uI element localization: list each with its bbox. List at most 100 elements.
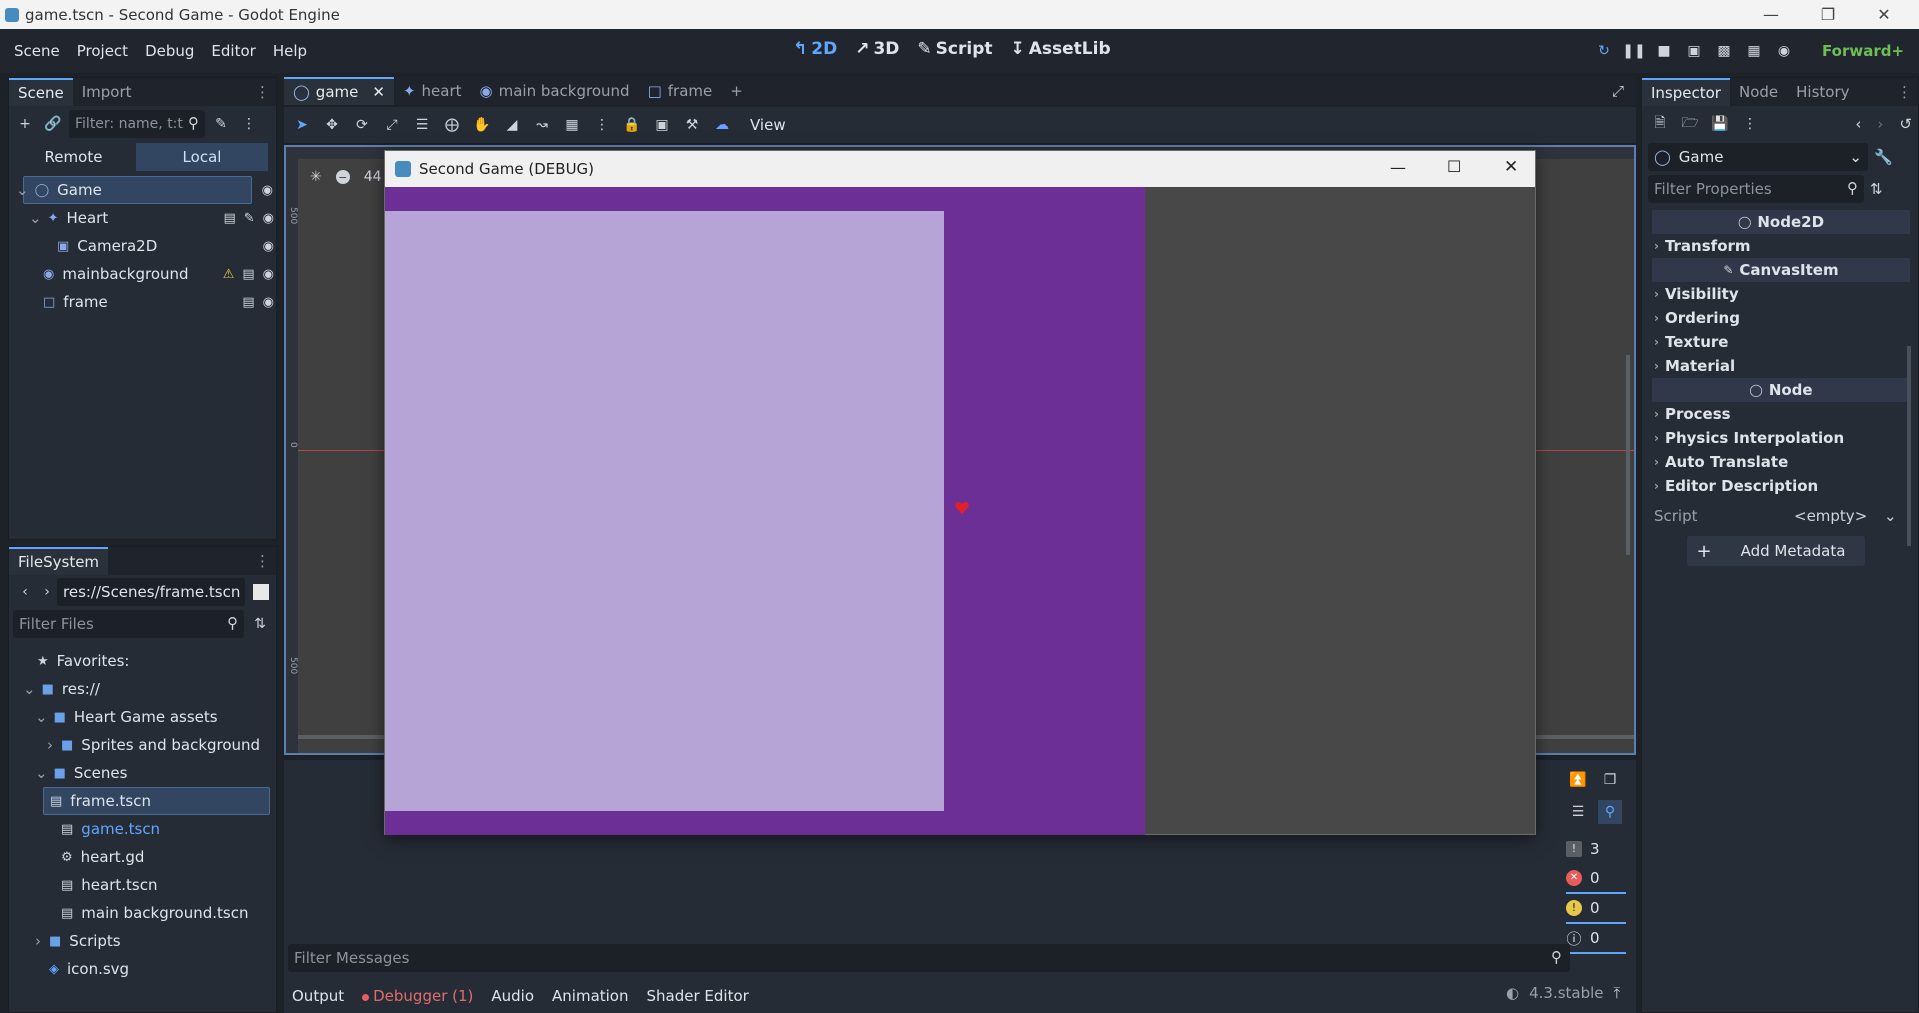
chevron-down-icon[interactable]: ⌄ bbox=[23, 680, 36, 698]
filter-messages-input[interactable]: Filter Messages ⚲ bbox=[288, 944, 1570, 972]
scene-filter-input[interactable]: Filter: name, t:t ⚲ bbox=[69, 110, 205, 138]
main-screen-2d[interactable]: ↰ 2D bbox=[793, 39, 837, 59]
copy-output-icon[interactable]: ❐ bbox=[1598, 768, 1622, 792]
inspector-section-material[interactable]: › Material bbox=[1654, 354, 1918, 378]
pan-tool-icon[interactable]: ✋ bbox=[470, 113, 494, 137]
object-history-icon[interactable]: ↺ bbox=[1899, 115, 1912, 133]
local-button[interactable]: Local bbox=[136, 143, 268, 171]
expand-chevron-icon[interactable]: ⌄ bbox=[16, 181, 29, 199]
property-options-icon[interactable]: ⇅ bbox=[1870, 180, 1883, 198]
zoom-level[interactable]: 44 bbox=[364, 169, 382, 185]
filter-properties-input[interactable]: Filter Properties ⚲ bbox=[1648, 175, 1864, 203]
center-view-icon[interactable]: ✳ bbox=[310, 169, 322, 185]
search-toggle-icon[interactable]: ⚲ bbox=[1598, 800, 1622, 824]
version-label[interactable]: 4.3.stable bbox=[1529, 984, 1603, 1002]
inspector-section-visibility[interactable]: › Visibility bbox=[1654, 282, 1918, 306]
history-back-icon[interactable]: ‹ bbox=[1855, 115, 1861, 133]
run-custom-scene-icon[interactable]: ▦ bbox=[1739, 36, 1769, 66]
tab-scene[interactable]: Scene bbox=[9, 78, 73, 106]
object-selector[interactable]: ◯ Game ⌄ bbox=[1648, 143, 1868, 171]
close-button[interactable]: ✕ bbox=[1504, 157, 1518, 177]
fs-item-scenes[interactable]: ⌄ ■ Scenes bbox=[9, 759, 276, 787]
remote-debug-icon[interactable]: ▣ bbox=[1679, 36, 1709, 66]
inspector-menu-icon[interactable]: ⋮ bbox=[1738, 112, 1762, 136]
inspector-section-auto-translate[interactable]: › Auto Translate bbox=[1654, 450, 1918, 474]
vertical-scrollbar[interactable] bbox=[1626, 355, 1630, 555]
attach-script-icon[interactable]: ✎ bbox=[209, 112, 233, 136]
inspector-section-process[interactable]: › Process bbox=[1654, 402, 1918, 426]
run-current-scene-icon[interactable]: ▩ bbox=[1709, 36, 1739, 66]
visibility-eye-icon[interactable]: ◉ bbox=[262, 183, 273, 198]
new-scene-tab-button[interactable]: + bbox=[721, 77, 752, 105]
history-forward-icon[interactable]: › bbox=[1877, 115, 1883, 133]
renderer-selector[interactable]: Forward+ bbox=[1822, 42, 1904, 60]
tab-animation[interactable]: Animation bbox=[552, 987, 628, 1005]
save-resource-icon[interactable]: 💾 bbox=[1708, 112, 1732, 136]
camera-override-icon[interactable]: ☁ bbox=[710, 113, 734, 137]
snap-options-icon[interactable]: ⋮ bbox=[590, 113, 614, 137]
tab-history[interactable]: History bbox=[1787, 78, 1858, 106]
scene-tab-game[interactable]: ◯ game ✕ bbox=[284, 77, 394, 105]
back-icon[interactable]: ‹ bbox=[13, 580, 37, 604]
message-count-badge[interactable]: ! 3 bbox=[1566, 834, 1626, 864]
scene-tab-heart[interactable]: ✦ heart bbox=[394, 77, 471, 105]
warning-count-badge[interactable]: ! 0 bbox=[1566, 894, 1626, 924]
close-tab-icon[interactable]: ✕ bbox=[372, 83, 385, 101]
visibility-eye-icon[interactable]: ◉ bbox=[263, 239, 274, 254]
warning-icon[interactable]: ⚠ bbox=[223, 267, 235, 282]
new-resource-icon[interactable]: 🗎 bbox=[1648, 112, 1672, 136]
tab-audio[interactable]: Audio bbox=[491, 987, 534, 1005]
open-scene-icon[interactable]: ▤ bbox=[242, 267, 254, 282]
forward-icon[interactable]: › bbox=[39, 580, 55, 604]
pause-icon[interactable]: ❚❚ bbox=[1619, 36, 1649, 66]
inspector-section-transform[interactable]: › Transform bbox=[1654, 234, 1918, 258]
lock-icon[interactable]: 🔒 bbox=[620, 113, 644, 137]
chevron-down-icon[interactable]: ⌄ bbox=[35, 764, 48, 782]
inspector-section-editor-description[interactable]: › Editor Description bbox=[1654, 474, 1918, 498]
fs-item-sprites-and-background[interactable]: › ■ Sprites and background bbox=[9, 731, 276, 759]
tab-inspector[interactable]: Inspector bbox=[1642, 78, 1730, 106]
scene-tab-frame[interactable]: □ frame bbox=[639, 77, 722, 105]
main-screen-3d[interactable]: ↗ 3D bbox=[855, 39, 899, 59]
fs-item-heart-tscn[interactable]: ▤ heart.tscn bbox=[9, 871, 276, 899]
error-count-badge[interactable]: ✕ 0 bbox=[1566, 864, 1626, 894]
visibility-eye-icon[interactable]: ◉ bbox=[263, 267, 274, 282]
tool-icon[interactable]: 🔧 bbox=[1874, 148, 1893, 166]
fs-item-main-background-tscn[interactable]: ▤ main background.tscn bbox=[9, 899, 276, 927]
visibility-eye-icon[interactable]: ◉ bbox=[263, 295, 274, 310]
script-icon[interactable]: ✎ bbox=[244, 211, 255, 226]
scene-node-mainbackground[interactable]: ◉ mainbackground ⚠ ▤ ◉ bbox=[23, 260, 274, 288]
expand-panel-icon[interactable]: ⤒ bbox=[1614, 984, 1621, 1002]
grid-snap-icon[interactable]: ▦ bbox=[560, 113, 584, 137]
tab-node[interactable]: Node bbox=[1730, 78, 1787, 106]
tab-debugger[interactable]: Debugger (1) bbox=[362, 987, 473, 1005]
rotate-tool-icon[interactable]: ⟳ bbox=[350, 113, 374, 137]
move-tool-icon[interactable]: ✥ bbox=[320, 113, 344, 137]
split-mode-icon[interactable] bbox=[253, 584, 269, 600]
fs-item-favorites[interactable]: ★ Favorites: bbox=[9, 647, 276, 675]
dock-menu-icon[interactable]: ⋮ bbox=[1897, 83, 1912, 101]
reload-icon[interactable]: ↻ bbox=[1589, 36, 1619, 66]
inspector-section-physics-interpolation[interactable]: › Physics Interpolation bbox=[1654, 426, 1918, 450]
visibility-eye-icon[interactable]: ◉ bbox=[263, 211, 274, 226]
group-icon[interactable]: ▣ bbox=[650, 113, 674, 137]
scale-tool-icon[interactable]: ⤢ bbox=[380, 113, 404, 137]
scene-node-heart[interactable]: ⌄ ✦ Heart ▤ ✎ ◉ bbox=[23, 204, 274, 232]
maximize-button[interactable]: ❐ bbox=[1805, 0, 1851, 29]
fs-item-frame-tscn[interactable]: ▤ frame.tscn bbox=[43, 787, 270, 815]
menu-debug[interactable]: Debug bbox=[145, 42, 194, 60]
select-tool-icon[interactable]: ➤ bbox=[290, 113, 314, 137]
view-menu[interactable]: View bbox=[750, 116, 786, 134]
filter-files-input[interactable]: Filter Files ⚲ bbox=[13, 610, 245, 638]
menu-editor[interactable]: Editor bbox=[211, 42, 255, 60]
scene-tab-main-background[interactable]: ◉ main background bbox=[471, 77, 639, 105]
bone-icon[interactable]: ⚒ bbox=[680, 113, 704, 137]
pivot-tool-icon[interactable]: ⨁ bbox=[440, 113, 464, 137]
tab-import[interactable]: Import bbox=[73, 78, 141, 106]
open-scene-icon[interactable]: ▤ bbox=[242, 295, 254, 310]
fs-item-res[interactable]: ⌄ ■ res:// bbox=[9, 675, 276, 703]
path-field[interactable]: res://Scenes/frame.tscn bbox=[57, 578, 245, 606]
close-button[interactable]: ✕ bbox=[1861, 0, 1907, 29]
tab-shader-editor[interactable]: Shader Editor bbox=[647, 987, 749, 1005]
scene-node-game[interactable]: ⌄ ◯ Game ◉ bbox=[16, 176, 273, 204]
